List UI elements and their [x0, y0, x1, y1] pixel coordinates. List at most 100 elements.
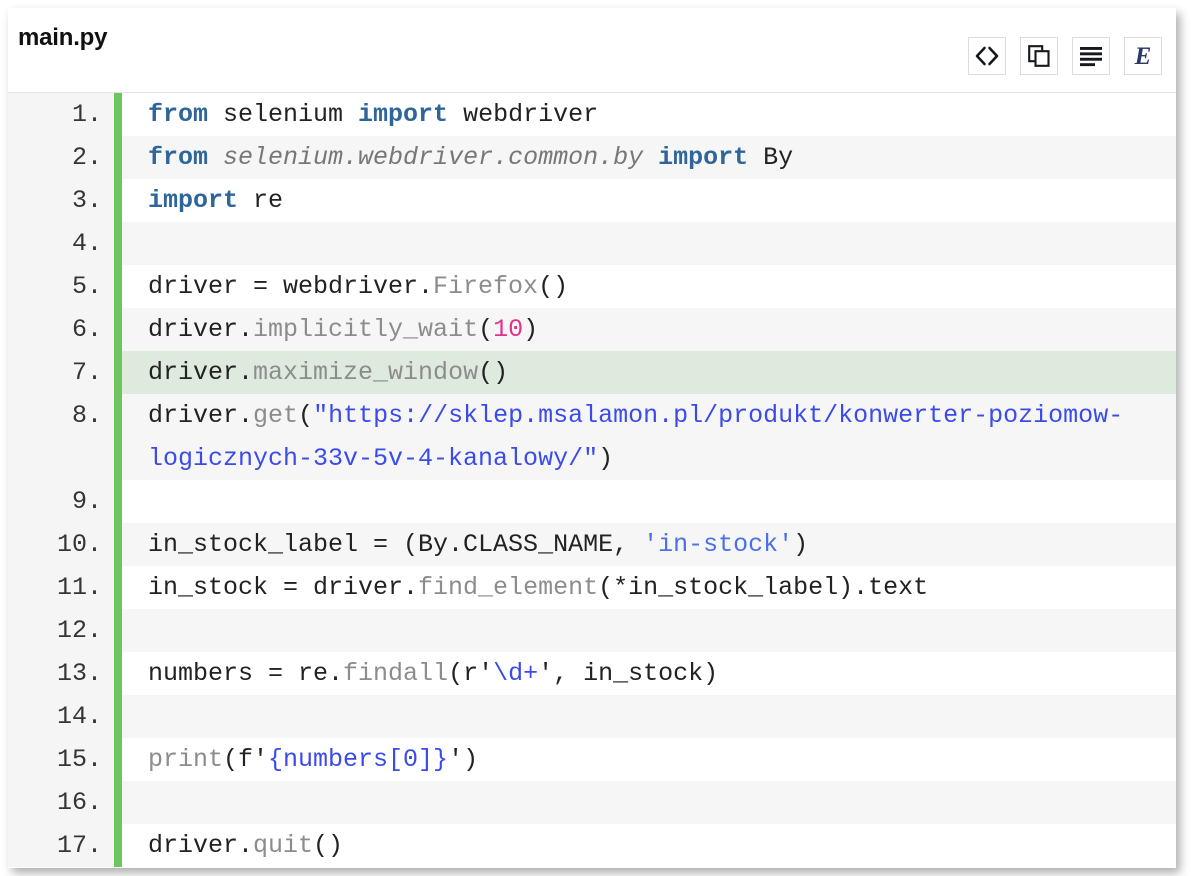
- line-number: 15.: [8, 738, 122, 781]
- code-line-content[interactable]: driver.maximize_window(): [118, 351, 1176, 394]
- code-token: 10: [493, 315, 524, 344]
- copy-code-button[interactable]: [1020, 37, 1058, 75]
- code-token: implicitly_wait: [253, 315, 479, 344]
- view-source-button[interactable]: [968, 37, 1006, 75]
- code-token: from: [148, 100, 209, 129]
- line-number: 4.: [8, 222, 122, 265]
- line-number: 6.: [8, 308, 122, 351]
- code-token: driver.: [148, 401, 254, 430]
- code-line-content[interactable]: driver.implicitly_wait(10): [118, 308, 1176, 351]
- code-line-row: 14.: [8, 695, 1176, 738]
- line-number: 17.: [8, 824, 122, 867]
- code-line-content[interactable]: [118, 480, 1176, 523]
- code-line-row: 7. driver.maximize_window(): [8, 351, 1176, 394]
- code-token: numbers = re.: [148, 659, 344, 688]
- line-number: 11.: [8, 566, 122, 609]
- code-brackets-icon: [974, 46, 1000, 66]
- code-line-row: 10. in_stock_label = (By.CLASS_NAME, 'in-…: [8, 523, 1176, 566]
- code-token: import: [358, 100, 449, 129]
- code-token: driver.: [148, 358, 254, 387]
- code-line-content[interactable]: [118, 695, 1176, 738]
- line-number: 1.: [8, 93, 122, 136]
- code-line-content[interactable]: driver.get("https://sklep.msalamon.pl/pr…: [118, 394, 1176, 480]
- code-token: get: [253, 401, 299, 430]
- code-token: find_element: [418, 573, 599, 602]
- code-line-row: 1. from selenium import webdriver: [8, 93, 1176, 136]
- code-line-row: 6. driver.implicitly_wait(10): [8, 308, 1176, 351]
- code-token: (): [538, 272, 569, 301]
- code-line-row: 5. driver = webdriver.Firefox(): [8, 265, 1176, 308]
- line-number: 3.: [8, 179, 122, 222]
- code-token: findall: [343, 659, 449, 688]
- code-token: driver = webdriver.: [148, 272, 434, 301]
- code-token: maximize_window: [253, 358, 479, 387]
- code-line-content[interactable]: print(f'{numbers[0]}'): [118, 738, 1176, 781]
- code-token: (r': [448, 659, 494, 688]
- code-line-row: 8. driver.get("https://sklep.msalamon.pl/…: [8, 394, 1176, 480]
- code-line-content[interactable]: driver = webdriver.Firefox(): [118, 265, 1176, 308]
- code-token: (*in_stock_label).text: [598, 573, 929, 602]
- enlighter-logo-button[interactable]: E: [1124, 37, 1162, 75]
- line-number: 13.: [8, 652, 122, 695]
- code-snippet-card: main.py E 1. from selenium import webdri…: [8, 8, 1176, 868]
- code-line-row: 12.: [8, 609, 1176, 652]
- code-token: in_stock_label = (By.CLASS_NAME,: [148, 530, 644, 559]
- code-line-content[interactable]: from selenium.webdriver.common.by import…: [118, 136, 1176, 179]
- code-line-row: 13. numbers = re.findall(r'\d+', in_stock…: [8, 652, 1176, 695]
- code-token: from: [148, 143, 209, 172]
- code-line-row: 2. from selenium.webdriver.common.by impo…: [8, 136, 1176, 179]
- line-number: 10.: [8, 523, 122, 566]
- code-token: import: [148, 186, 239, 215]
- code-token: print: [148, 745, 224, 774]
- code-token: driver.: [148, 315, 254, 344]
- code-line-row: 11. in_stock = driver.find_element(*in_st…: [8, 566, 1176, 609]
- code-token: (: [298, 401, 314, 430]
- code-line-content[interactable]: import re: [118, 179, 1176, 222]
- code-line-row: 16.: [8, 781, 1176, 824]
- code-line-content[interactable]: [118, 222, 1176, 265]
- code-token: '): [448, 745, 479, 774]
- code-token: (): [478, 358, 509, 387]
- toggle-raw-button[interactable]: [1072, 37, 1110, 75]
- code-lines-table: 1. from selenium import webdriver 2. from s…: [8, 93, 1176, 867]
- line-number: 9.: [8, 480, 122, 523]
- line-number: 2.: [8, 136, 122, 179]
- code-token: selenium.webdriver.common.by: [223, 143, 644, 172]
- code-line-row: 17. driver.quit(): [8, 824, 1176, 867]
- code-toolbar: E: [968, 37, 1162, 75]
- code-line-content[interactable]: driver.quit(): [118, 824, 1176, 867]
- code-line-content[interactable]: numbers = re.findall(r'\d+', in_stock): [118, 652, 1176, 695]
- code-line-content[interactable]: [118, 609, 1176, 652]
- copy-icon: [1027, 44, 1051, 68]
- line-number: 16.: [8, 781, 122, 824]
- code-token: ): [793, 530, 809, 559]
- code-line-content[interactable]: in_stock = driver.find_element(*in_stock…: [118, 566, 1176, 609]
- code-token: ): [523, 315, 539, 344]
- code-line-content[interactable]: in_stock_label = (By.CLASS_NAME, 'in-sto…: [118, 523, 1176, 566]
- code-line-content[interactable]: from selenium import webdriver: [118, 93, 1176, 136]
- code-line-row: 15. print(f'{numbers[0]}'): [8, 738, 1176, 781]
- code-viewport[interactable]: 1. from selenium import webdriver 2. from s…: [8, 92, 1176, 868]
- code-token: driver.: [148, 831, 254, 860]
- svg-text:E: E: [1134, 43, 1152, 69]
- code-token: webdriver: [448, 100, 599, 129]
- code-token: in_stock = driver.: [148, 573, 419, 602]
- code-line-row: 9.: [8, 480, 1176, 523]
- code-token: Firefox: [433, 272, 539, 301]
- line-number: 5.: [8, 265, 122, 308]
- line-number: 14.: [8, 695, 122, 738]
- code-token: quit: [253, 831, 314, 860]
- code-token: (f': [223, 745, 269, 774]
- code-token: {numbers[0]}: [268, 745, 449, 774]
- code-token: import: [658, 143, 749, 172]
- code-token: \d+: [493, 659, 539, 688]
- code-line-content[interactable]: [118, 781, 1176, 824]
- code-token: ): [598, 444, 614, 473]
- code-token: selenium: [208, 100, 359, 129]
- line-number: 7.: [8, 351, 122, 394]
- code-line-row: 4.: [8, 222, 1176, 265]
- code-token: re: [238, 186, 284, 215]
- code-token: (: [478, 315, 494, 344]
